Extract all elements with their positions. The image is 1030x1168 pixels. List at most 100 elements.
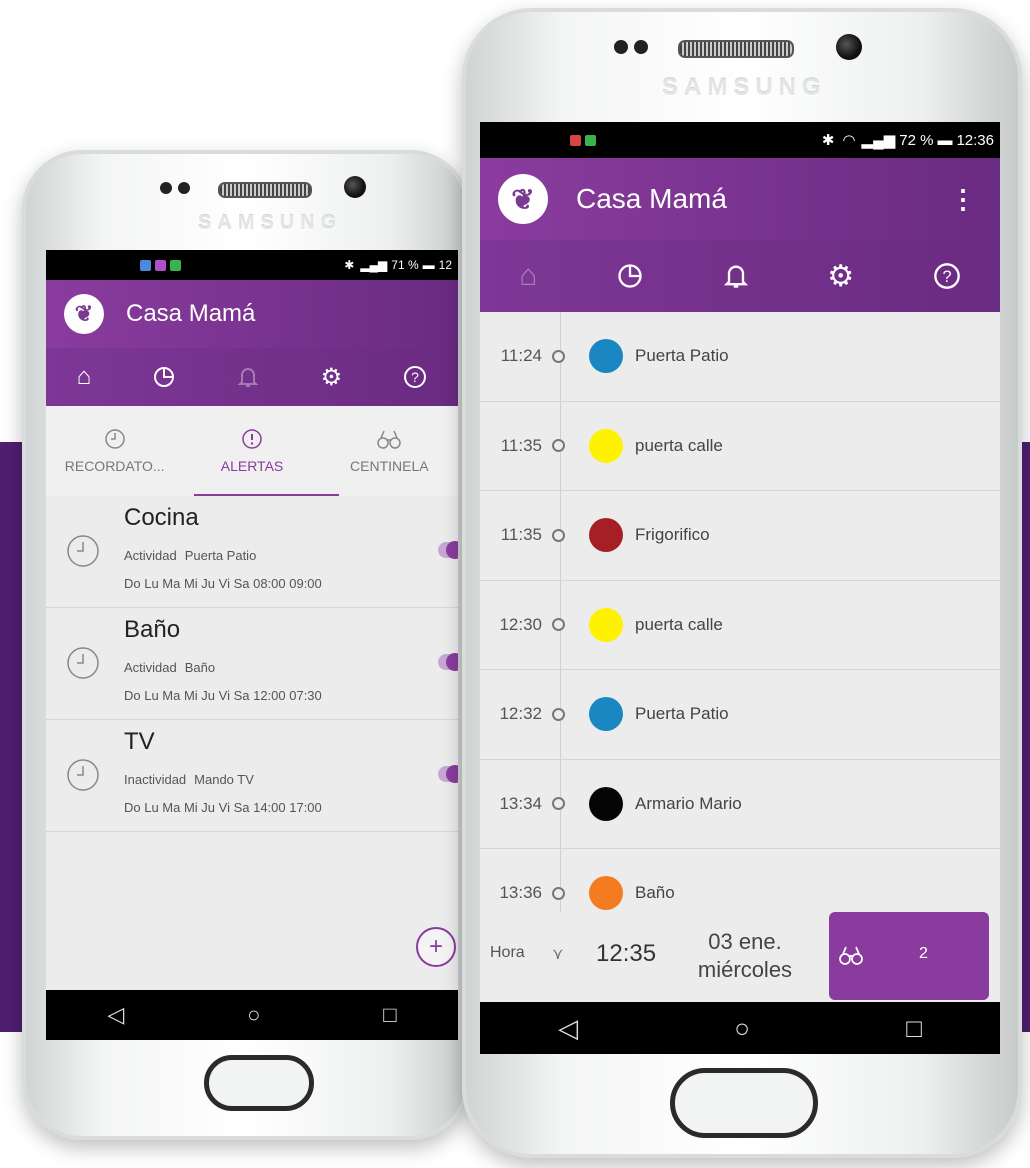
- subtab-label: ALERTAS: [220, 458, 284, 474]
- time-filter-bar: Hora ⋎ 12:35 03 ene. miércoles 2: [480, 912, 1000, 1002]
- list-item[interactable]: 11:35 puerta calle: [480, 402, 1000, 491]
- sensor-color-dot: [589, 697, 623, 732]
- sensor-color-dot: [589, 876, 623, 911]
- centinela-button[interactable]: 2: [829, 912, 989, 1000]
- event-label: Armario Mario: [635, 793, 742, 813]
- event-time: 13:36: [499, 883, 542, 903]
- alerts-list: Cocina Actividad Puerta Patio Do Lu Ma Mi…: [46, 496, 458, 832]
- alert-title: Baño: [124, 616, 181, 643]
- settings-tab-icon[interactable]: ⚙: [827, 259, 854, 294]
- clock-icon: [67, 535, 99, 567]
- subtab-label: CENTINELA: [350, 458, 429, 474]
- main-tabs: ⌂ ⚙ ?: [480, 240, 1000, 312]
- status-bar: ✱ ◠ ▂▄▆ 72 % ▬ 12:36: [480, 122, 1000, 158]
- signal-icon: ▂▄▆: [360, 258, 388, 272]
- timeline-bullet: [552, 349, 565, 363]
- list-item[interactable]: 13:34 Armario Mario: [480, 760, 1000, 849]
- binoculars-icon: [839, 946, 863, 965]
- back-icon[interactable]: ◁: [107, 1002, 124, 1028]
- list-item[interactable]: TV Inactividad Mando TV Do Lu Ma Mi Ju Vi…: [46, 720, 458, 832]
- subtab-recordatorios[interactable]: RECORDATO...: [46, 406, 183, 496]
- bell-tab-icon[interactable]: [237, 365, 259, 389]
- selected-date[interactable]: 03 ene. miércoles: [680, 928, 810, 984]
- recents-icon[interactable]: □: [906, 1013, 922, 1044]
- app-title: Casa Mamá: [576, 183, 727, 214]
- main-tabs: ⌂ ⚙ ?: [46, 348, 458, 406]
- settings-tab-icon[interactable]: ⚙: [321, 363, 343, 392]
- overflow-menu-icon[interactable]: ⋮: [950, 184, 976, 215]
- earpiece-speaker: [218, 182, 312, 198]
- timeline-bullet: [552, 797, 565, 811]
- back-icon[interactable]: ◁: [558, 1013, 578, 1044]
- battery-icon: ▬: [422, 258, 435, 272]
- add-alert-button[interactable]: +: [416, 927, 456, 967]
- centinela-count: 2: [919, 945, 928, 962]
- event-time: 11:35: [500, 525, 542, 545]
- battery-icon: ▬: [937, 131, 953, 149]
- event-time: 12:30: [499, 614, 542, 634]
- status-bar: ✱ ▂▄▆ 71 % ▬ 12: [46, 250, 458, 280]
- event-time: 11:24: [500, 346, 542, 366]
- screen-left: ✱ ▂▄▆ 71 % ▬ 12 ❦ Casa Mamá ⌂ ⚙ ? RECORD…: [46, 250, 458, 1040]
- filter-icon[interactable]: ⋎: [552, 944, 564, 964]
- stats-tab-icon[interactable]: [616, 262, 644, 290]
- front-camera: [836, 34, 862, 60]
- home-button[interactable]: [204, 1055, 314, 1111]
- event-label: puerta calle: [635, 614, 723, 634]
- event-time: 12:32: [499, 704, 542, 724]
- list-item[interactable]: Baño Actividad Baño Do Lu Ma Mi Ju Vi Sa …: [46, 608, 458, 720]
- alert-description: Actividad Baño: [124, 660, 216, 675]
- home-nav-icon[interactable]: ○: [734, 1013, 750, 1044]
- wifi-icon: ◠: [842, 132, 856, 149]
- alert-toggle[interactable]: [438, 541, 458, 559]
- recents-icon[interactable]: □: [383, 1002, 396, 1028]
- notification-icons: [570, 134, 596, 146]
- timeline-bullet: [552, 707, 565, 721]
- home-tab-icon[interactable]: ⌂: [77, 363, 92, 391]
- app-bar: ❦ Casa Mamá ⋮: [480, 158, 1000, 240]
- timeline-bullet: [552, 528, 565, 542]
- home-button[interactable]: [670, 1068, 818, 1138]
- battery-percent: 72 %: [899, 131, 934, 149]
- list-item[interactable]: 11:35 Frigorifico: [480, 491, 1000, 581]
- earpiece-speaker: [678, 40, 794, 58]
- binoculars-icon: [377, 430, 402, 449]
- app-logo-icon: ❦: [498, 174, 548, 224]
- list-item[interactable]: 12:32 Puerta Patio: [480, 670, 1000, 760]
- event-label: Puerta Patio: [635, 346, 729, 366]
- list-item[interactable]: 12:30 puerta calle: [480, 581, 1000, 670]
- event-time: 11:35: [500, 435, 542, 455]
- stats-tab-icon[interactable]: [152, 365, 176, 389]
- sensor-color-dot: [589, 339, 623, 374]
- sensor-dots: [614, 40, 648, 54]
- status-time: 12: [438, 258, 452, 272]
- list-item[interactable]: Cocina Actividad Puerta Patio Do Lu Ma Mi…: [46, 496, 458, 608]
- clock-icon: [67, 647, 99, 679]
- bell-tab-icon[interactable]: [723, 262, 749, 290]
- app-bar: ❦ Casa Mamá: [46, 280, 458, 348]
- home-tab-icon[interactable]: ⌂: [519, 259, 537, 293]
- clock-icon: [67, 759, 99, 791]
- selected-time[interactable]: 12:35: [596, 940, 656, 968]
- sensor-color-dot: [589, 428, 623, 463]
- event-time: 13:34: [499, 793, 542, 813]
- bluetooth-icon: ✱: [344, 258, 355, 272]
- sub-tabs: RECORDATO... ALERTAS CENTINELA: [46, 406, 458, 496]
- event-label: puerta calle: [635, 435, 723, 455]
- alert-toggle[interactable]: [438, 653, 458, 671]
- front-camera: [344, 176, 366, 198]
- notification-icons: [140, 259, 181, 271]
- subtab-centinela[interactable]: CENTINELA: [321, 406, 458, 496]
- alert-toggle[interactable]: [438, 765, 458, 783]
- event-label: Frigorifico: [635, 525, 710, 545]
- subtab-alertas[interactable]: ALERTAS: [183, 406, 320, 496]
- help-tab-icon[interactable]: ?: [403, 365, 427, 389]
- alert-schedule: Do Lu Ma Mi Ju Vi Sa 12:00 07:30: [124, 688, 322, 703]
- home-nav-icon[interactable]: ○: [247, 1002, 260, 1028]
- list-item[interactable]: 11:24 Puerta Patio: [480, 312, 1000, 402]
- alert-description: Actividad Puerta Patio: [124, 548, 257, 563]
- help-tab-icon[interactable]: ?: [933, 262, 961, 290]
- alert-description: Inactividad Mando TV: [124, 772, 254, 787]
- alert-icon: [242, 429, 262, 449]
- timeline-bullet: [552, 439, 565, 453]
